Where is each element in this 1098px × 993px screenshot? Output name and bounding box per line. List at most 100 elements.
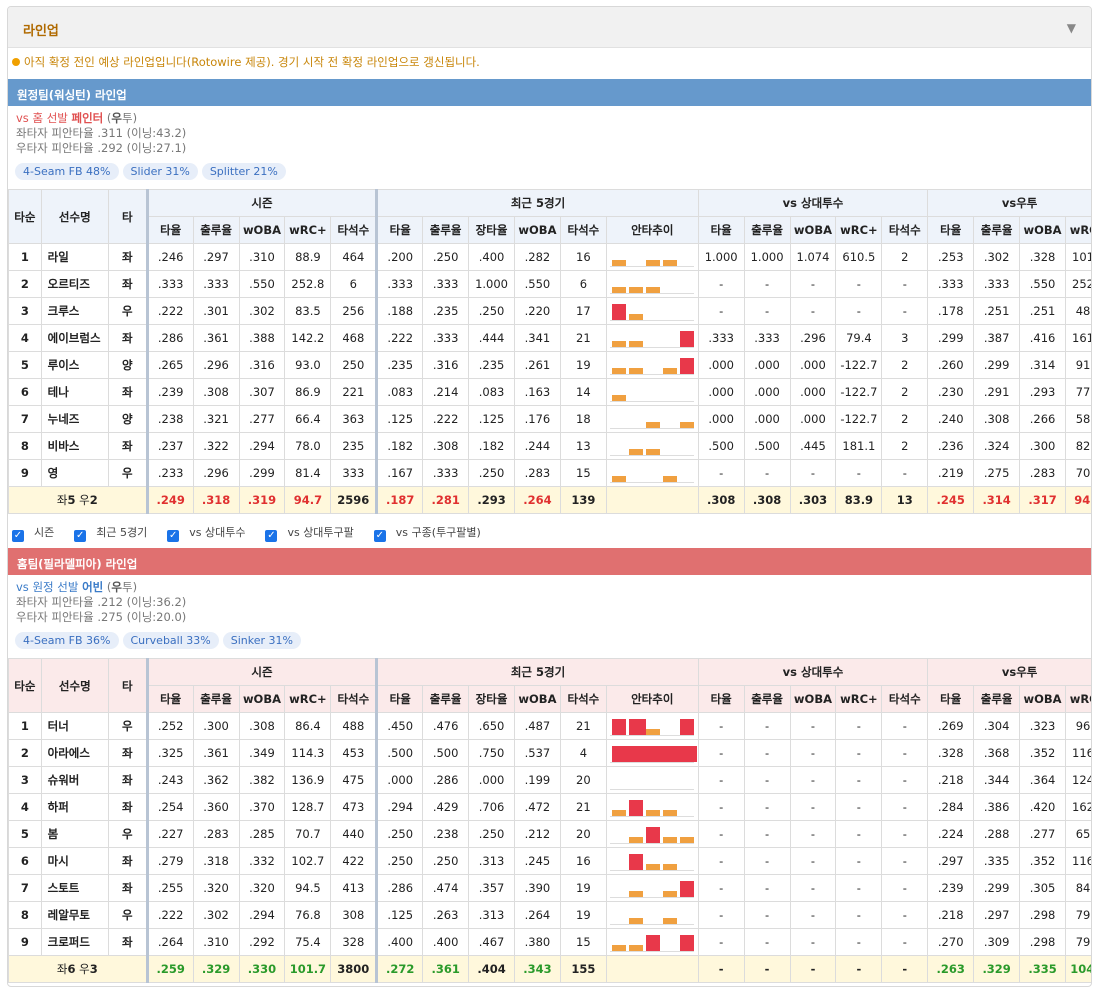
col-recent-stat[interactable]: 안타추이 — [605, 685, 699, 713]
col-recent-stat[interactable]: 타석수 — [559, 216, 607, 244]
filter-checkbox[interactable]: ✓ 최근 5경기 — [74, 524, 157, 542]
col-vsr-stat[interactable]: wRC+ — [1064, 685, 1091, 713]
player-name[interactable]: 테나 — [40, 378, 109, 406]
vs-pitcher-stat: - — [835, 793, 883, 821]
player-name[interactable]: 스토트 — [40, 874, 109, 902]
player-name[interactable]: 슈워버 — [40, 766, 109, 794]
col-recent-stat[interactable]: wOBA — [514, 216, 561, 244]
col-season-stat[interactable]: 타율 — [145, 685, 194, 713]
player-name[interactable]: 라일 — [40, 243, 109, 271]
player-name[interactable]: 봄 — [40, 820, 109, 848]
col-vsp-stat[interactable]: wOBA — [789, 216, 837, 244]
vs-rhp-stat: .219 — [927, 459, 975, 487]
trend-bar — [646, 449, 661, 455]
total-trend — [605, 955, 699, 983]
season-stat: .333 — [145, 270, 194, 298]
filter-checkbox[interactable]: ✓ vs 상대투수 — [167, 524, 255, 542]
col-season-stat[interactable]: 타율 — [145, 216, 194, 244]
trend-baseline — [610, 816, 695, 817]
col-recent-stat[interactable]: 장타율 — [468, 216, 515, 244]
checkbox-check-icon[interactable]: ✓ — [373, 530, 386, 542]
season-stat: 333 — [330, 459, 378, 487]
cat-vs-rhp: vs우투 — [927, 658, 1091, 686]
col-season-stat[interactable]: wOBA — [238, 685, 286, 713]
trend-baseline — [610, 455, 695, 456]
col-recent-stat[interactable]: 출루율 — [422, 685, 470, 713]
col-vsr-stat[interactable]: 출루율 — [973, 216, 1021, 244]
col-vsp-stat[interactable]: 출루율 — [743, 216, 791, 244]
player-name[interactable]: 크루스 — [40, 297, 109, 325]
checkbox-check-icon[interactable]: ✓ — [167, 530, 180, 542]
col-recent-stat[interactable]: 타율 — [375, 685, 424, 713]
col-vsr-stat[interactable]: 타율 — [927, 685, 975, 713]
col-vsp-stat[interactable]: 타석수 — [881, 216, 929, 244]
col-recent-stat[interactable]: 타율 — [375, 216, 424, 244]
col-season-stat[interactable]: 타석수 — [330, 685, 378, 713]
player-name[interactable]: 비바스 — [40, 432, 109, 460]
vs-pitcher-stat: - — [697, 793, 745, 821]
player-name[interactable]: 루이스 — [40, 351, 109, 379]
filter-checkbox[interactable]: ✓ vs 구종(투구팔별) — [373, 524, 491, 542]
col-vsp-stat[interactable]: 타율 — [697, 685, 745, 713]
col-season-stat[interactable]: wRC+ — [284, 685, 332, 713]
vs-rhp-stat: 79.5 — [1064, 901, 1091, 929]
checkbox-check-icon[interactable]: ✓ — [265, 530, 278, 542]
player-name[interactable]: 레알무토 — [40, 901, 109, 929]
col-vsr-stat[interactable]: wOBA — [1019, 216, 1066, 244]
total-vs-rhp-stat: .245 — [927, 486, 975, 514]
vs-rhp-stat: .253 — [927, 243, 975, 271]
checkbox-check-icon[interactable]: ✓ — [12, 530, 24, 542]
table-row: 4 하퍼 좌 .254.360.370 128.7 473.294.429.706.472… — [8, 793, 1091, 821]
player-name[interactable]: 하퍼 — [40, 793, 109, 821]
col-recent-stat[interactable]: 출루율 — [422, 216, 470, 244]
col-vsp-stat[interactable]: wOBA — [789, 685, 837, 713]
col-season-stat[interactable]: wRC+ — [284, 216, 332, 244]
table-row: 6 테나 좌 .239.308.307 86.9 221.083.214.083.163 1… — [8, 378, 1091, 406]
player-name[interactable]: 크로퍼드 — [40, 928, 109, 956]
hit-trend-chart — [610, 408, 695, 430]
checkbox-check-icon[interactable]: ✓ — [74, 530, 87, 542]
player-name[interactable]: 아라에스 — [40, 739, 109, 767]
col-vsr-stat[interactable]: wOBA — [1019, 685, 1066, 713]
vs-pitcher-stat: 2 — [881, 405, 929, 433]
recent-stat: .500 — [422, 739, 470, 767]
col-vsr-stat[interactable]: 출루율 — [973, 685, 1021, 713]
vs-pitcher-stat: .000 — [697, 378, 745, 406]
home-pitcher-name[interactable]: 어빈 — [82, 580, 103, 594]
player-name[interactable]: 누네즈 — [40, 405, 109, 433]
player-name[interactable]: 오르티즈 — [40, 270, 109, 298]
vs-rhp-stat: .298 — [1019, 928, 1066, 956]
panel-header[interactable]: 라인업 ▼ — [8, 7, 1091, 48]
recent-stat: .245 — [514, 847, 561, 875]
player-name[interactable]: 마시 — [40, 847, 109, 875]
col-recent-stat[interactable]: 타석수 — [559, 685, 607, 713]
hit-trend — [605, 820, 699, 848]
trend-bar — [612, 304, 627, 320]
col-recent-stat[interactable]: 장타율 — [468, 685, 515, 713]
total-vs-rhp-stat: .335 — [1019, 955, 1066, 983]
col-vsr-stat[interactable]: wRC+ — [1064, 216, 1091, 244]
hand-split-right-label: 우 — [75, 493, 90, 507]
away-pitcher-name[interactable]: 페인터 — [72, 111, 104, 125]
col-recent-stat[interactable]: 안타추이 — [605, 216, 699, 244]
collapse-arrow-icon[interactable]: ▼ — [1067, 21, 1076, 35]
col-recent-stat[interactable]: wOBA — [514, 685, 561, 713]
col-vsp-stat[interactable]: wRC+ — [835, 685, 883, 713]
filter-checkbox[interactable]: ✓ 시즌 — [12, 524, 64, 542]
col-vsp-stat[interactable]: wRC+ — [835, 216, 883, 244]
filter-checkbox[interactable]: ✓ vs 상대투구팔 — [265, 524, 363, 542]
player-name[interactable]: 영 — [40, 459, 109, 487]
recent-stat: .250 — [468, 459, 515, 487]
batting-hand: 좌 — [107, 324, 148, 352]
player-name[interactable]: 터너 — [40, 712, 109, 740]
col-season-stat[interactable]: wOBA — [238, 216, 286, 244]
col-vsp-stat[interactable]: 타석수 — [881, 685, 929, 713]
recent-stat: 19 — [559, 351, 607, 379]
col-vsr-stat[interactable]: 타율 — [927, 216, 975, 244]
col-season-stat[interactable]: 출루율 — [192, 216, 240, 244]
player-name[interactable]: 에이브럼스 — [40, 324, 109, 352]
col-vsp-stat[interactable]: 출루율 — [743, 685, 791, 713]
col-season-stat[interactable]: 출루율 — [192, 685, 240, 713]
col-season-stat[interactable]: 타석수 — [330, 216, 378, 244]
col-vsp-stat[interactable]: 타율 — [697, 216, 745, 244]
